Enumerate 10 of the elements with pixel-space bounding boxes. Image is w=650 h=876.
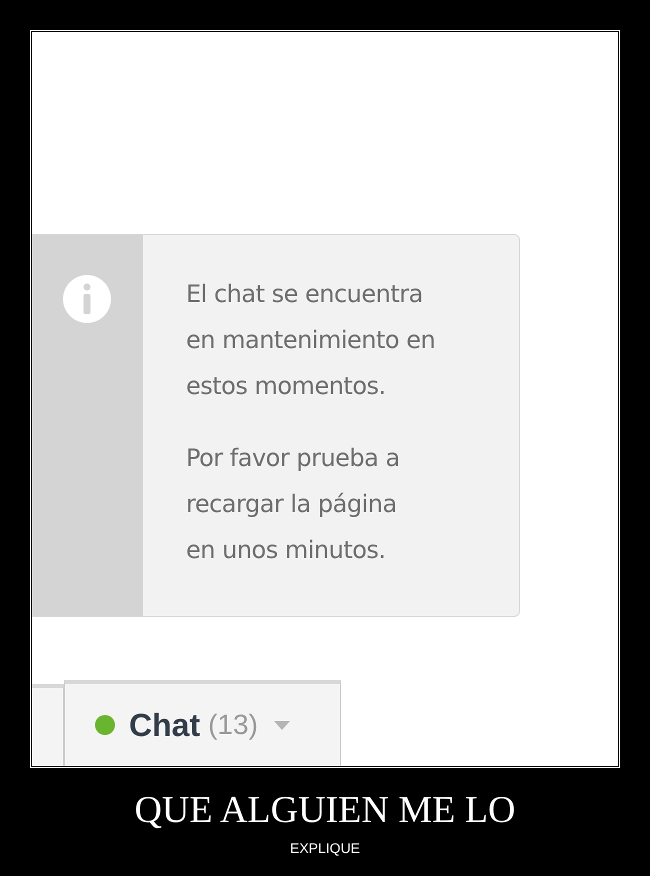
notice-text: El chat se encuentra en mantenimiento en estos momentos.	[186, 279, 436, 402]
poster-subtitle: EXPLIQUE	[290, 840, 360, 856]
chat-label: Chat	[129, 706, 200, 744]
caret-icon	[274, 720, 290, 730]
tab[interactable]	[32, 684, 64, 766]
chat-count: (13)	[208, 709, 258, 741]
chat-tab[interactable]: Chat (13)	[64, 680, 341, 766]
info-icon	[62, 274, 112, 324]
notice-text: Por favor prueba a recargar la página en unos minutos.	[186, 443, 401, 566]
poster-title: QUE ALGUIEN ME LO	[134, 788, 516, 832]
